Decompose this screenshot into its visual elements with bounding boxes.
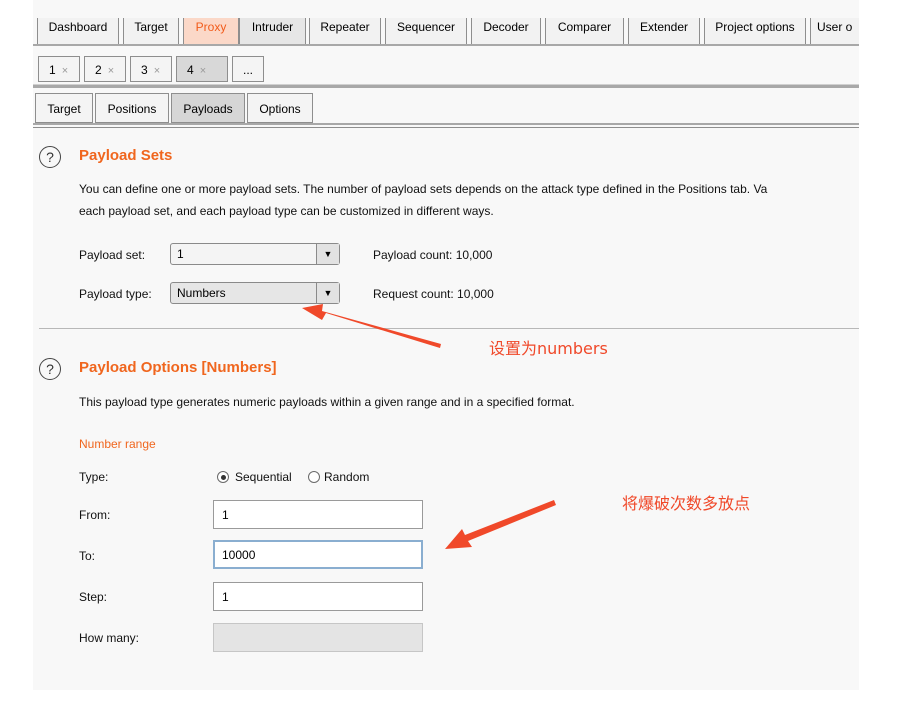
annotation-arrow-numbers <box>302 304 441 348</box>
annotation-arrows <box>302 304 556 549</box>
annotation-arrow-range <box>445 500 556 549</box>
annotation-set-numbers: 设置为numbers <box>489 339 608 358</box>
annotation-increase-range: 将爆破次数多放点 <box>622 494 751 513</box>
